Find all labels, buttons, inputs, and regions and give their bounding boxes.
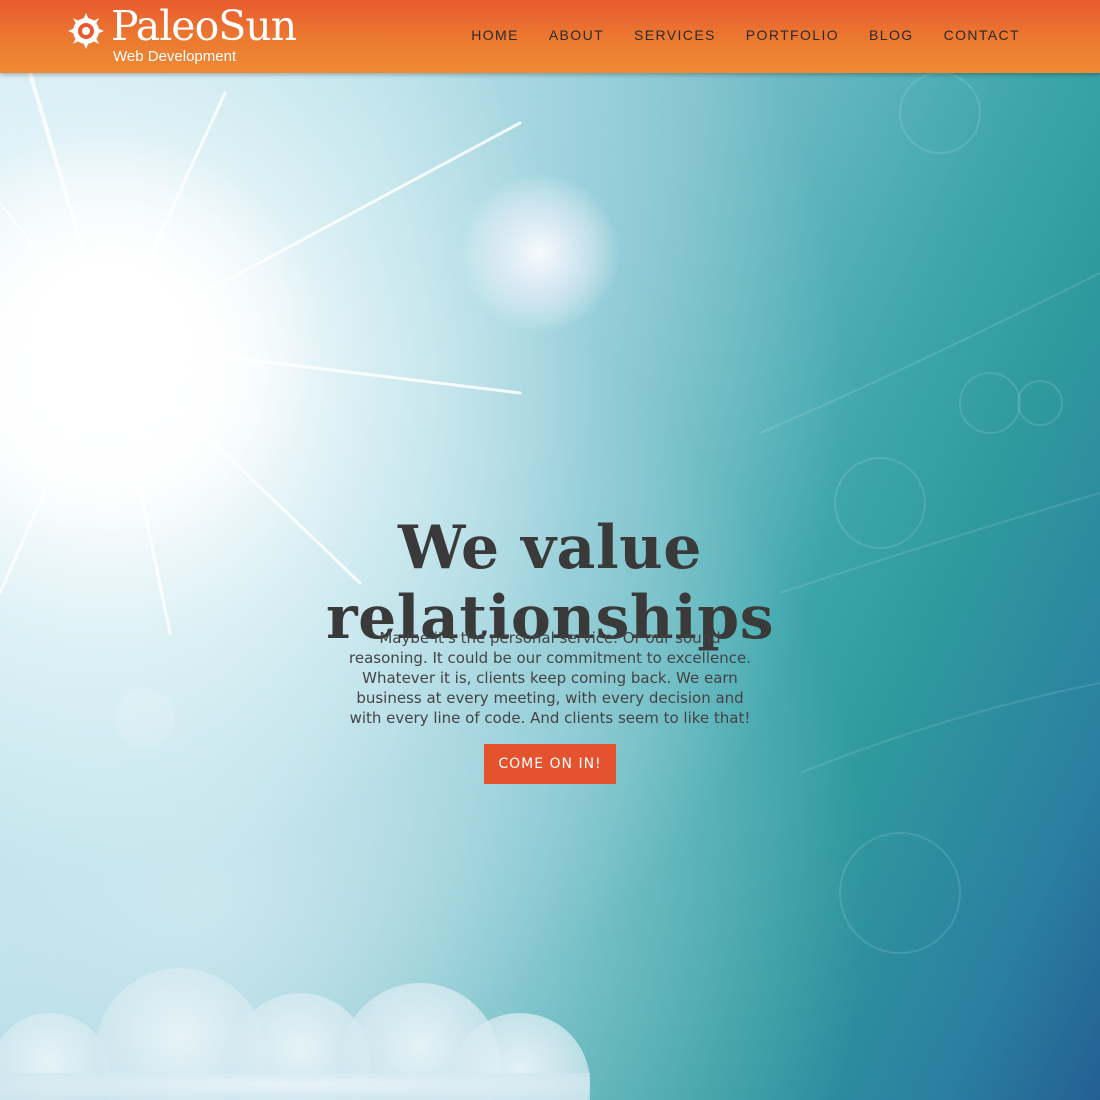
headline-line-1: We value: [398, 513, 702, 584]
nav-blog[interactable]: BLOG: [869, 27, 914, 43]
hero-body-text: Maybe it's the personal service. Or our …: [349, 629, 751, 727]
nav-contact[interactable]: CONTACT: [944, 27, 1020, 43]
nav-home[interactable]: HOME: [471, 27, 519, 43]
brand-tagline: Web Development: [113, 48, 237, 65]
sun-spiral-logo-icon: [68, 13, 104, 49]
site-header: PaleoSun Web Development HOME ABOUT SERV…: [0, 0, 1100, 73]
hero-section: We value relationships Maybe it's the pe…: [0, 73, 1100, 1100]
brand-name: PaleoSun: [111, 2, 297, 50]
page: PaleoSun Web Development HOME ABOUT SERV…: [0, 0, 1100, 1100]
come-on-in-button[interactable]: COME ON IN!: [484, 744, 616, 784]
nav-services[interactable]: SERVICES: [634, 27, 716, 43]
main-nav: HOME ABOUT SERVICES PORTFOLIO BLOG CONTA…: [471, 0, 1020, 70]
nav-about[interactable]: ABOUT: [549, 27, 604, 43]
nav-portfolio[interactable]: PORTFOLIO: [746, 27, 839, 43]
site-logo[interactable]: PaleoSun Web Development: [66, 2, 326, 66]
